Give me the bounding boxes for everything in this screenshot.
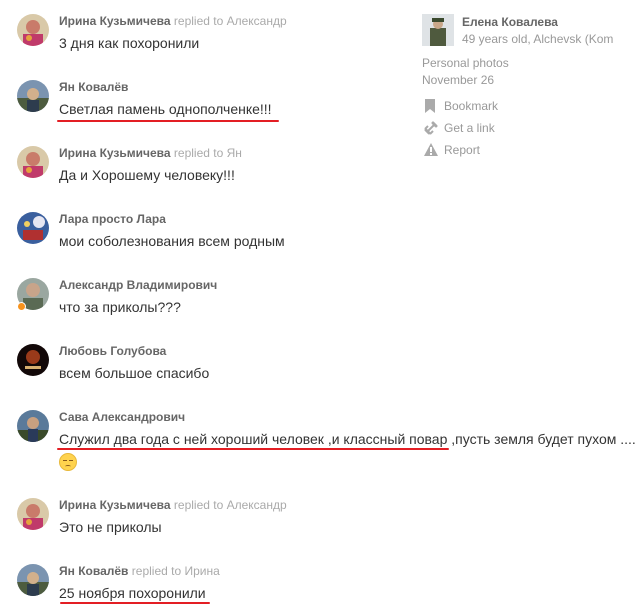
warning-icon — [424, 143, 438, 156]
profile-avatar[interactable] — [422, 14, 454, 46]
comment-author[interactable]: Ирина Кузьмичева — [59, 498, 171, 512]
comment-text: что за приколы??? — [59, 299, 181, 315]
photo-date: November 26 — [422, 73, 495, 87]
album-link[interactable]: Personal photos — [422, 56, 509, 70]
red-underline-annotation — [60, 602, 210, 604]
comment-text: 3 дня как похоронили — [59, 35, 200, 51]
avatar[interactable] — [17, 410, 49, 442]
profile-name[interactable]: Елена Ковалева — [462, 15, 558, 29]
comment-author[interactable]: Лара просто Лара — [59, 212, 166, 226]
sad-face-emoji — [59, 453, 77, 471]
comment-author[interactable]: Ирина Кузьмичева — [59, 14, 171, 28]
comment-text: Светлая памень однополченке!!! — [59, 101, 272, 117]
bookmark-label: Bookmark — [444, 99, 499, 113]
reply-to-label[interactable]: replied to Александр — [174, 14, 287, 28]
red-underline-annotation — [57, 448, 449, 450]
online-status-indicator — [17, 302, 26, 311]
comment-text: Да и Хорошему человеку!!! — [59, 167, 235, 183]
comment-author[interactable]: Ирина Кузьмичева — [59, 146, 171, 160]
link-icon — [424, 121, 438, 135]
comment-author[interactable]: Сава Александрович — [59, 410, 185, 424]
comment-text: Служил два года с ней хороший человек ,и… — [59, 431, 636, 447]
comment-text: мои соболезнования всем родным — [59, 233, 285, 249]
comment-text: Это не приколы — [59, 519, 162, 535]
comment-author[interactable]: Ян Ковалёв — [59, 80, 128, 94]
avatar[interactable] — [17, 146, 49, 178]
avatar[interactable] — [17, 14, 49, 46]
avatar[interactable] — [17, 212, 49, 244]
red-underline-annotation — [57, 120, 279, 122]
reply-to-label[interactable]: replied to Александр — [174, 498, 287, 512]
avatar[interactable] — [17, 498, 49, 530]
comment-text: всем большое спасибо — [59, 365, 210, 381]
profile-info: 49 years old, Alchevsk (Kom — [462, 32, 614, 46]
photo-sidebar: Елена Ковалева 49 years old, Alchevsk (K… — [422, 0, 644, 180]
avatar[interactable] — [17, 564, 49, 596]
bookmark-icon — [425, 99, 435, 113]
comment-text: 25 ноября похоронили — [59, 585, 206, 601]
comment-author[interactable]: Любовь Голубова — [59, 344, 166, 358]
comment-author[interactable]: Александр Владимирович — [59, 278, 217, 292]
comment-author[interactable]: Ян Ковалёв — [59, 564, 128, 578]
get-link-label: Get a link — [444, 121, 495, 135]
avatar[interactable] — [17, 344, 49, 376]
avatar[interactable] — [17, 80, 49, 112]
reply-to-label[interactable]: replied to Ян — [174, 146, 242, 160]
reply-to-label[interactable]: replied to Ирина — [132, 564, 220, 578]
report-label: Report — [444, 143, 481, 157]
